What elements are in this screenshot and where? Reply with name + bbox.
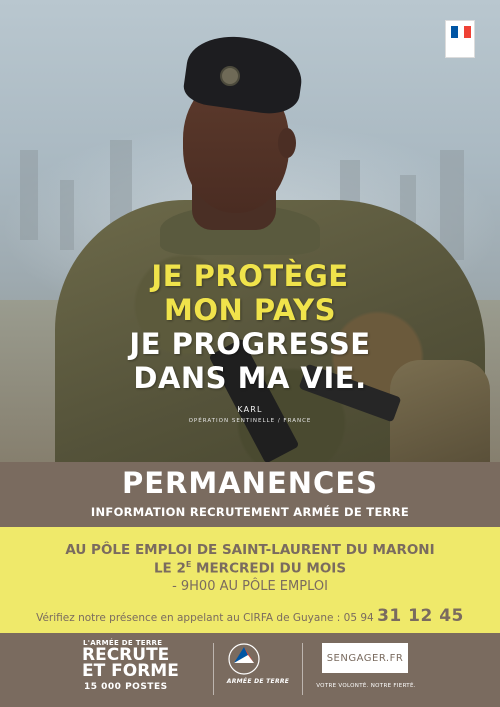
recruit-posts: 15 000 POSTES — [84, 682, 168, 692]
marianne-logo — [445, 20, 475, 58]
permanences-title: PERMANENCES — [121, 466, 379, 500]
army-name: ARMÉE DE TERRE — [226, 678, 290, 685]
signature-role: OPÉRATION SENTINELLE / FRANCE — [188, 418, 312, 424]
hero-photo: JE PROTÈGE MON PAYS JE PROGRESSE DANS MA… — [0, 0, 500, 462]
slogan-line-1: JE PROTÈGE — [151, 259, 349, 293]
slogan-line-2: MON PAYS — [163, 293, 337, 327]
french-flag-icon — [451, 26, 472, 38]
recruitment-poster: JE PROTÈGE MON PAYS JE PROGRESSE DANS MA… — [0, 0, 500, 707]
recruit-line-2: ET FORME — [82, 661, 179, 681]
slogan-line-3: JE PROGRESSE — [129, 327, 371, 361]
motto: VOTRE VOLONTÉ. NOTRE FIERTÉ. — [316, 683, 416, 689]
permanences-subtitle: INFORMATION RECRUTEMENT ARMÉE DE TERRE — [90, 505, 410, 519]
beret-badge-icon — [220, 66, 240, 86]
slogan-line-4: DANS MA VIE. — [133, 361, 367, 395]
army-emblem-icon — [228, 643, 260, 675]
phone-number[interactable]: 31 12 45 — [377, 606, 464, 626]
schedule-text: LE 2E MERCREDI DU MOIS — [153, 560, 347, 577]
signature-name: KARL — [237, 405, 263, 414]
phone-line: Vérifiez notre présence en appelant au C… — [36, 606, 464, 626]
website-link[interactable]: SENGAGER.FR — [322, 643, 408, 673]
location-text: AU PÔLE EMPLOI DE SAINT-LAURENT DU MARON… — [65, 542, 435, 558]
time-text: - 9H00 AU PÔLE EMPLOI — [172, 579, 328, 594]
